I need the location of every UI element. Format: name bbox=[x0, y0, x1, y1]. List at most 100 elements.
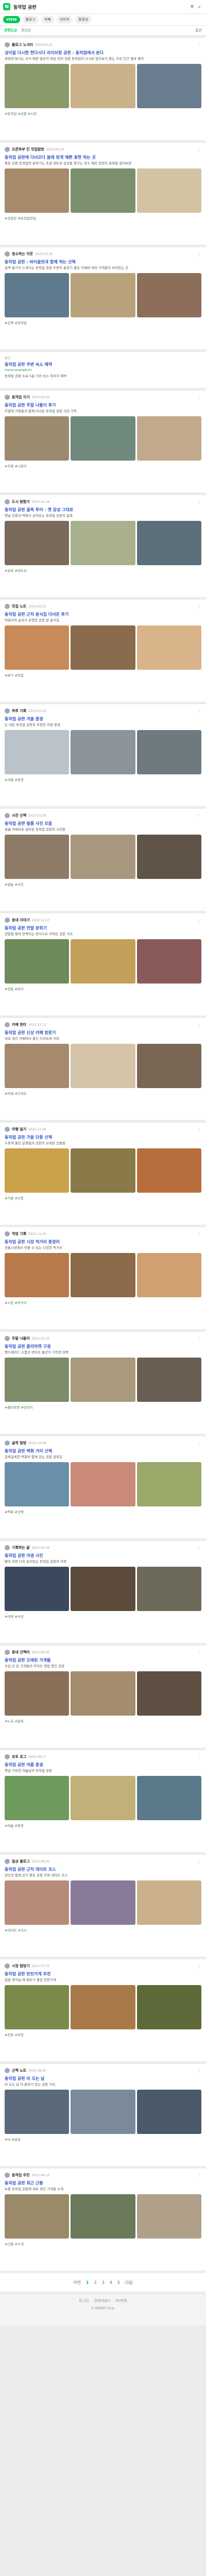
post-author[interactable]: 포토 로그 bbox=[12, 1754, 26, 1759]
post-author[interactable]: 청소하는 이웃 bbox=[12, 251, 33, 257]
tab-2[interactable]: 카페 bbox=[41, 15, 54, 24]
post-keywords[interactable]: #필름 #사진 bbox=[5, 882, 201, 887]
post-thumbnail[interactable] bbox=[136, 835, 201, 879]
next-button[interactable]: 다음 bbox=[125, 2280, 133, 2285]
post-thumbnail[interactable] bbox=[5, 939, 70, 984]
post-thumbnail[interactable] bbox=[71, 416, 135, 461]
post-thumbnail[interactable] bbox=[5, 2194, 70, 2239]
avatar[interactable] bbox=[5, 1022, 10, 1027]
avatar[interactable] bbox=[5, 918, 10, 923]
post-author[interactable]: 블로그 노크터 bbox=[12, 42, 33, 47]
post-thumbnail[interactable] bbox=[71, 1880, 135, 1925]
post-thumbnail[interactable] bbox=[5, 1880, 70, 1925]
post-thumbnail[interactable] bbox=[5, 1671, 70, 1716]
post-thumbnail[interactable] bbox=[71, 2090, 135, 2134]
post-thumbnail[interactable] bbox=[71, 1671, 135, 1716]
post-author[interactable]: 여행 일기 bbox=[12, 1127, 26, 1132]
post-thumbnail[interactable] bbox=[71, 1985, 135, 2029]
post-thumbnail[interactable] bbox=[71, 835, 135, 879]
avatar[interactable] bbox=[5, 1440, 10, 1446]
more-icon[interactable]: ⋮ bbox=[197, 1650, 201, 1655]
post-thumbnail[interactable] bbox=[5, 521, 70, 565]
post-thumbnail[interactable] bbox=[71, 273, 135, 317]
ad-card[interactable]: 광고 동작업 공판 주변 숙소 예약 travel.example.kr 동작업 공판… bbox=[0, 352, 206, 388]
more-icon[interactable]: ⋮ bbox=[197, 2173, 201, 2178]
avatar[interactable] bbox=[5, 604, 10, 609]
more-icon[interactable]: ⋮ bbox=[197, 918, 201, 923]
avatar[interactable] bbox=[5, 42, 10, 47]
post-thumbnail[interactable] bbox=[136, 1044, 201, 1088]
post-author[interactable]: 골목 탐방 bbox=[12, 1440, 26, 1446]
more-icon[interactable]: ⋮ bbox=[197, 814, 201, 818]
post-keywords[interactable]: #여름 #풍경 bbox=[5, 1823, 201, 1828]
avatar[interactable] bbox=[5, 1963, 10, 1969]
close-icon[interactable]: ✕ bbox=[188, 3, 196, 10]
post-thumbnail[interactable] bbox=[71, 730, 135, 774]
post-title[interactable]: 동작업 공판 야경 사진 bbox=[5, 1553, 201, 1558]
post-thumbnail[interactable] bbox=[136, 1148, 201, 1193]
post-thumbnail[interactable] bbox=[71, 1776, 135, 1820]
more-icon[interactable]: ⋮ bbox=[197, 1755, 201, 1759]
post-author[interactable]: 하루 기록 bbox=[12, 708, 26, 714]
tab-3[interactable]: 이미지 bbox=[56, 15, 73, 24]
post-author[interactable]: 먹방 기록 bbox=[12, 1231, 26, 1236]
tab-1[interactable]: 블로그 bbox=[22, 15, 39, 24]
avatar[interactable] bbox=[5, 1545, 10, 1550]
post-thumbnail[interactable] bbox=[71, 1253, 135, 1297]
footer-link[interactable]: 로그인 bbox=[79, 2298, 89, 2303]
post-thumbnail[interactable] bbox=[71, 168, 135, 213]
post-title[interactable]: 동작업 공판 비 오는 날 bbox=[5, 2076, 201, 2081]
page-number[interactable]: 5 bbox=[117, 2280, 120, 2285]
avatar[interactable] bbox=[5, 251, 10, 257]
search-query[interactable]: 동작업 공판 bbox=[13, 4, 188, 10]
post-thumbnail[interactable] bbox=[71, 1148, 135, 1193]
avatar[interactable] bbox=[5, 708, 10, 714]
more-icon[interactable]: ⋮ bbox=[197, 709, 201, 714]
post-author[interactable]: 맛집 노트 bbox=[12, 604, 26, 609]
more-icon[interactable]: ⋮ bbox=[197, 1127, 201, 1132]
post-thumbnail[interactable] bbox=[5, 273, 70, 317]
post-keywords[interactable]: #근황 #소개 bbox=[5, 2241, 201, 2246]
post-thumbnail[interactable] bbox=[71, 1358, 135, 1402]
post-thumbnail[interactable] bbox=[136, 625, 201, 670]
search-icon[interactable]: ⌕ bbox=[196, 3, 203, 10]
post-title[interactable]: 동작업 공판 플리마켓 구경 bbox=[5, 1344, 201, 1349]
avatar[interactable] bbox=[5, 1859, 10, 1864]
post-thumbnail[interactable] bbox=[136, 939, 201, 984]
post-keywords[interactable]: #반찬 #추천 bbox=[5, 2032, 201, 2037]
avatar[interactable] bbox=[5, 1231, 10, 1236]
more-icon[interactable]: ⋮ bbox=[197, 147, 201, 152]
post-thumbnail[interactable] bbox=[136, 168, 201, 213]
prev-button[interactable]: 이전 bbox=[73, 2280, 81, 2285]
post-thumbnail[interactable] bbox=[71, 521, 135, 565]
more-icon[interactable]: ⋮ bbox=[197, 1964, 201, 1969]
post-thumbnail[interactable] bbox=[71, 1567, 135, 1611]
post-keywords[interactable]: #가을 #단풍 bbox=[5, 1195, 201, 1200]
more-icon[interactable]: ⋮ bbox=[197, 1441, 201, 1446]
sort-option[interactable]: 최신순 bbox=[21, 28, 31, 33]
avatar[interactable] bbox=[5, 395, 10, 400]
post-thumbnail[interactable] bbox=[136, 1985, 201, 2029]
post-keywords[interactable]: #비 #감성 bbox=[5, 2137, 201, 2142]
post-thumbnail[interactable] bbox=[5, 1044, 70, 1088]
post-thumbnail[interactable] bbox=[5, 1358, 70, 1402]
post-keywords[interactable]: #연말 #장식 bbox=[5, 986, 201, 991]
more-icon[interactable]: ⋮ bbox=[197, 43, 201, 47]
post-thumbnail[interactable] bbox=[71, 2194, 135, 2239]
post-thumbnail[interactable] bbox=[136, 1776, 201, 1820]
post-title[interactable]: 동작업 공판 주말 나들이 후기 bbox=[5, 402, 201, 408]
avatar[interactable] bbox=[5, 1336, 10, 1341]
post-thumbnail[interactable] bbox=[136, 2194, 201, 2239]
post-keywords[interactable]: #산책 #동작업 bbox=[5, 320, 201, 325]
post-author[interactable]: 동작업 지기 bbox=[12, 395, 30, 400]
more-icon[interactable]: ⋮ bbox=[197, 1546, 201, 1550]
ad-title[interactable]: 동작업 공판 주변 숙소 예약 bbox=[5, 362, 201, 367]
post-thumbnail[interactable] bbox=[71, 1044, 135, 1088]
post-title[interactable]: 동작업 공판 근처 분식집 다녀온 후기 bbox=[5, 612, 201, 617]
post-keywords[interactable]: #벽화 #산책 bbox=[5, 1509, 201, 1514]
post-author[interactable]: 동네 이야기 bbox=[12, 918, 30, 923]
ad-url[interactable]: travel.example.kr bbox=[5, 368, 201, 372]
tab-0[interactable]: VIEW bbox=[3, 16, 20, 23]
post-keywords[interactable]: #데이트 #코스 bbox=[5, 1927, 201, 1933]
avatar[interactable] bbox=[5, 813, 10, 818]
